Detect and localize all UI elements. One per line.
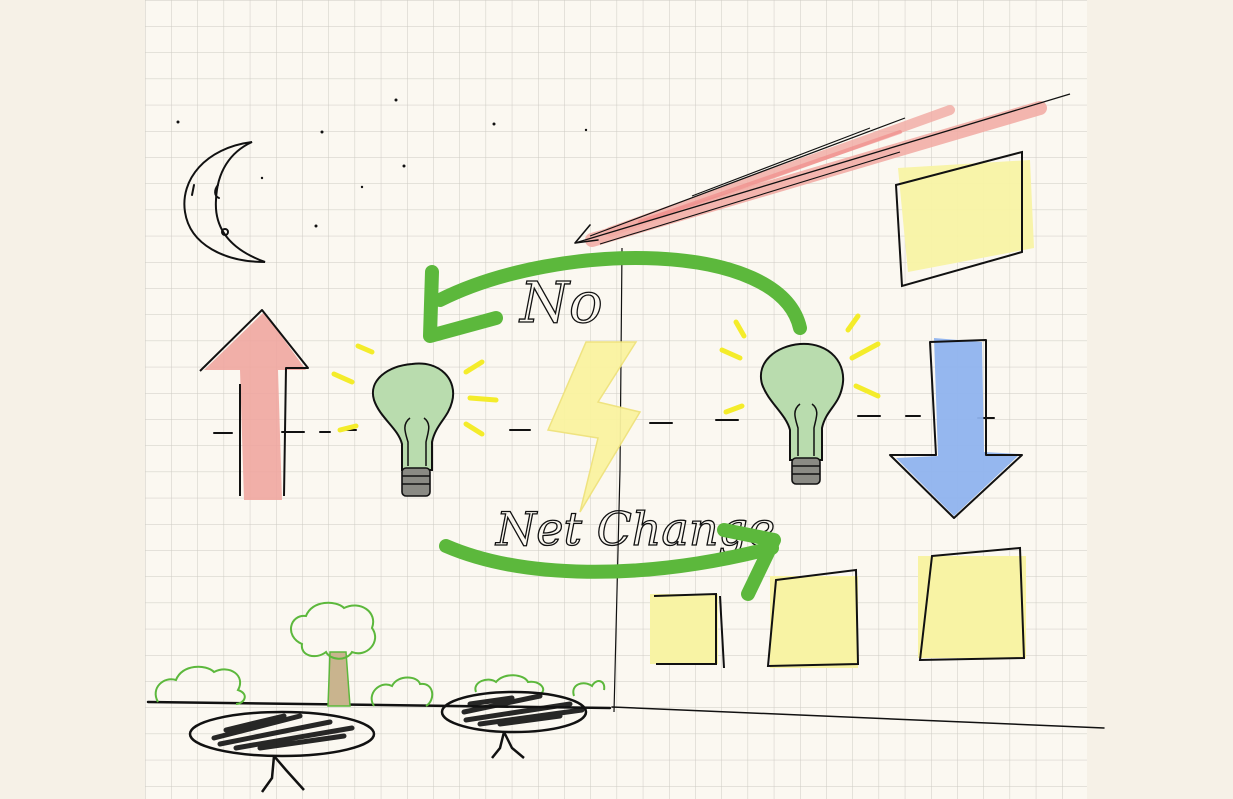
battery-icon-middle: [766, 568, 860, 668]
energy-diagram-canvas: No Net Change: [145, 0, 1105, 799]
battery-icon: [650, 592, 725, 669]
no-label: No: [518, 271, 603, 336]
battery-icon-right: [918, 546, 1026, 662]
